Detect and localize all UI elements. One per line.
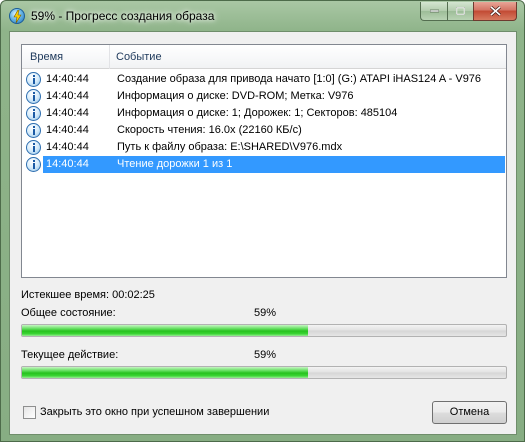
minimize-icon: [429, 9, 439, 13]
log-row[interactable]: 14:40:44 Создание образа для привода нач…: [22, 71, 506, 88]
overall-progress-percent: 59%: [253, 307, 277, 319]
current-action-progress-bar: [21, 366, 507, 379]
log-row[interactable]: 14:40:44 Скорость чтения: 16.0x (22160 К…: [22, 122, 506, 139]
log-row[interactable]: 14:40:44 Информация о диске: DVD-ROM; Ме…: [22, 88, 506, 105]
log-row-event: Чтение дорожки 1 из 1: [117, 158, 233, 170]
log-row-selected[interactable]: 14:40:44 Чтение дорожки 1 из 1: [22, 156, 506, 173]
elapsed-time-label: Истекшее время: 00:02:25: [21, 289, 155, 301]
log-row-time: 14:40:44: [46, 158, 89, 170]
maximize-button[interactable]: [447, 2, 473, 21]
log-row-event: Информация о диске: 1; Дорожек: 1; Секто…: [117, 107, 398, 119]
log-row-event: Создание образа для привода начато [1:0]…: [117, 73, 482, 85]
info-icon: [26, 72, 41, 87]
current-action-label: Текущее действие:: [21, 349, 119, 361]
log-row-event: Информация о диске: DVD-ROM; Метка: V976: [117, 90, 354, 102]
log-row-time: 14:40:44: [46, 73, 89, 85]
window-controls: [420, 2, 517, 21]
overall-progress-fill: [22, 325, 308, 336]
log-row-time: 14:40:44: [46, 124, 89, 136]
current-action-progress-fill: [22, 367, 308, 378]
column-header-event[interactable]: Событие: [109, 45, 504, 69]
lightning-app-icon: [9, 8, 25, 24]
dialog-client-area: Время Событие 14:40:44 Создание образа д…: [9, 31, 517, 435]
event-log-list[interactable]: Время Событие 14:40:44 Создание образа д…: [21, 44, 507, 278]
maximize-icon: [456, 7, 465, 15]
log-row-event: Скорость чтения: 16.0x (22160 КБ/с): [117, 124, 302, 136]
log-row-event: Путь к файлу образа: E:\SHARED\V976.mdx: [117, 141, 343, 153]
close-on-success-checkbox[interactable]: [23, 406, 36, 419]
column-header-time[interactable]: Время: [30, 45, 102, 69]
current-action-percent: 59%: [253, 349, 277, 361]
minimize-button[interactable]: [420, 2, 447, 21]
info-icon: [26, 140, 41, 155]
info-icon: [26, 157, 41, 172]
log-header: Время Событие: [22, 45, 506, 69]
close-button[interactable]: [473, 2, 517, 21]
overall-progress-label: Общее состояние:: [21, 307, 116, 319]
info-icon: [26, 123, 41, 138]
title-bar[interactable]: 59% - Прогресс создания образа: [1, 1, 524, 31]
close-on-success-label[interactable]: Закрыть это окно при успешном завершении: [40, 406, 269, 418]
info-icon: [26, 89, 41, 104]
log-row-time: 14:40:44: [46, 90, 89, 102]
log-row-time: 14:40:44: [46, 107, 89, 119]
log-row[interactable]: 14:40:44 Информация о диске: 1; Дорожек:…: [22, 105, 506, 122]
close-icon: [489, 6, 501, 16]
log-row[interactable]: 14:40:44 Путь к файлу образа: E:\SHARED\…: [22, 139, 506, 156]
info-icon: [26, 106, 41, 121]
log-row-time: 14:40:44: [46, 141, 89, 153]
dialog-window: 59% - Прогресс создания образа Время Соб…: [0, 0, 525, 442]
window-title: 59% - Прогресс создания образа: [31, 9, 215, 23]
cancel-button[interactable]: Отмена: [432, 401, 507, 424]
overall-progress-bar: [21, 324, 507, 337]
